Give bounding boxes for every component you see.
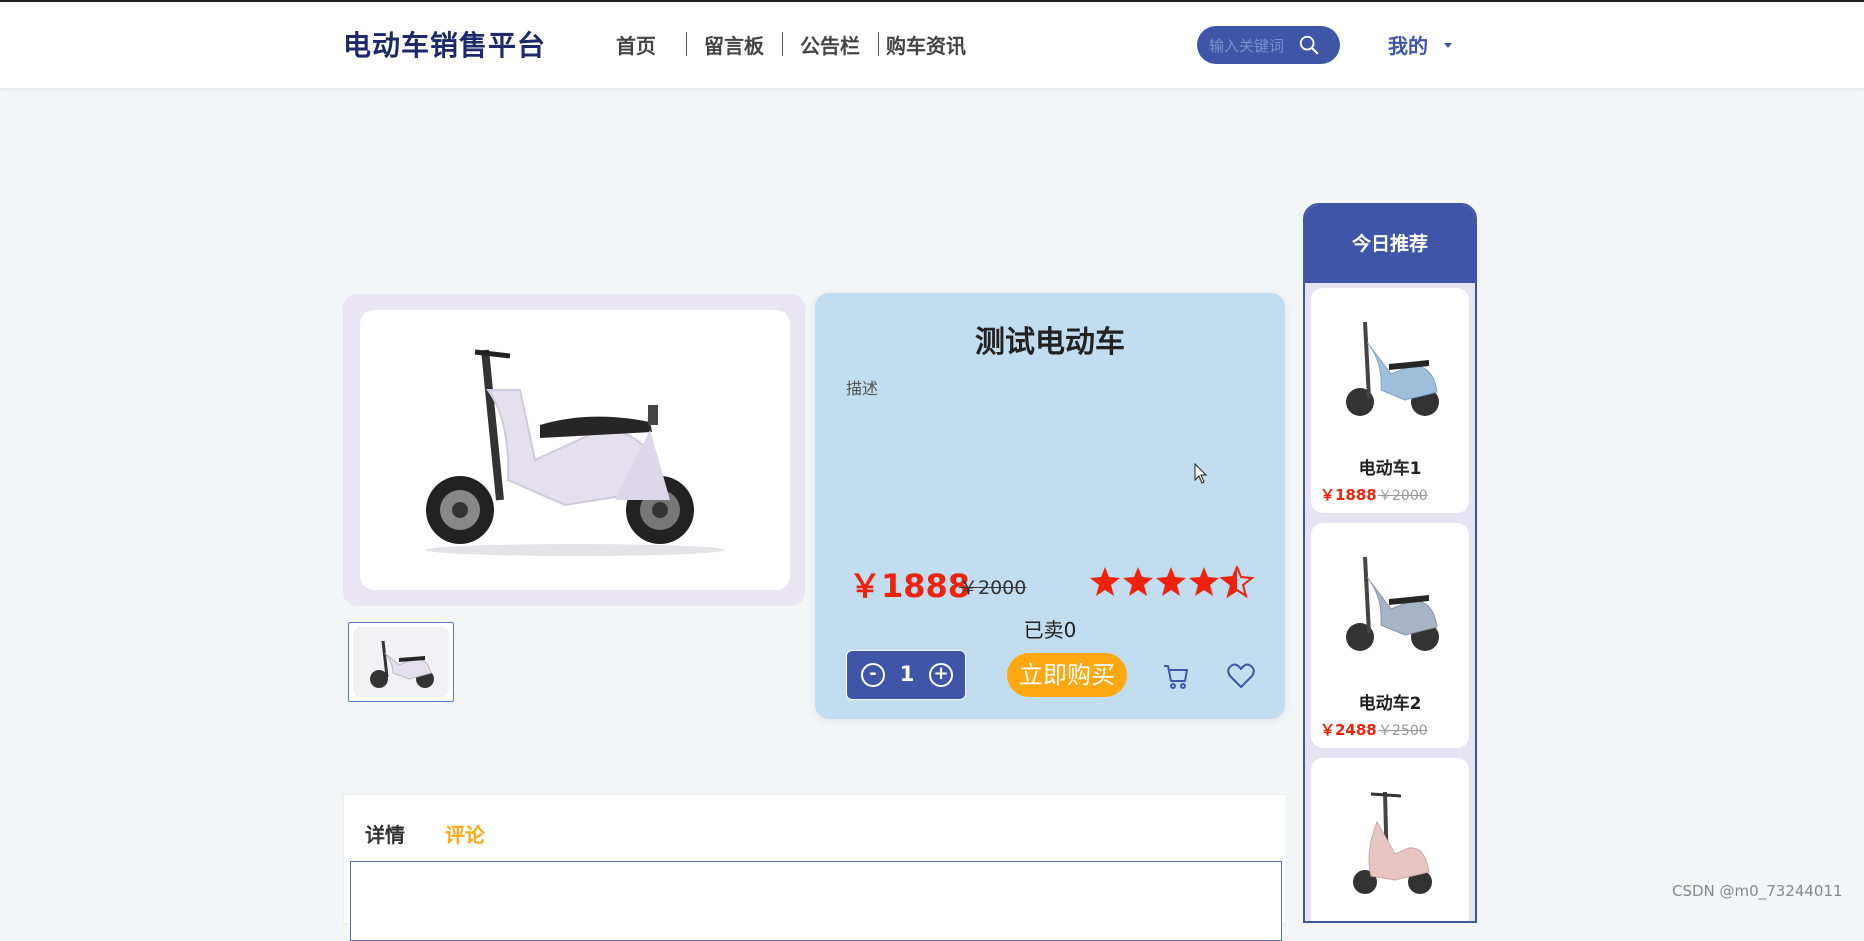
tab-comments[interactable]: 评论	[445, 819, 485, 848]
recommend-card[interactable]	[1311, 758, 1469, 921]
star-icon	[1189, 567, 1219, 596]
recommend-image	[1353, 791, 1432, 894]
star-icon	[1123, 567, 1153, 596]
decrement-button[interactable]: -	[861, 663, 885, 687]
search-input[interactable]: 输入关键词	[1209, 35, 1284, 56]
nav-message-board[interactable]: 留言板	[704, 30, 764, 59]
product-title: 测试电动车	[975, 325, 1125, 360]
recommend-card[interactable]: 电动车1 ￥1888 ￥2000	[1311, 288, 1469, 513]
rating-stars	[1090, 566, 1255, 598]
product-thumbnail[interactable]	[348, 622, 454, 702]
scooter-image	[425, 349, 725, 556]
recommend-image	[1346, 321, 1439, 416]
recommend-title: 今日推荐	[1305, 205, 1475, 283]
recommend-price: ￥1888	[1320, 486, 1377, 504]
recommend-card[interactable]: 电动车2 ￥2488 ￥2500	[1311, 523, 1469, 748]
tab-details[interactable]: 详情	[365, 819, 405, 848]
heart-icon[interactable]	[1227, 663, 1255, 689]
nav-divider	[782, 32, 783, 56]
recommend-original-price: ￥2500	[1378, 723, 1428, 739]
buy-now-button[interactable]: 立即购买	[1007, 653, 1127, 697]
product-description: 描述	[846, 379, 879, 398]
thumbnail-image	[353, 627, 449, 697]
nav-divider	[686, 32, 687, 56]
search-box[interactable]: 输入关键词	[1197, 26, 1340, 64]
star-icon	[1156, 567, 1186, 596]
quantity-value: 1	[899, 662, 915, 686]
nav-home[interactable]: 首页	[616, 30, 656, 59]
quantity-stepper[interactable]: - 1 +	[846, 650, 966, 700]
star-icon	[1090, 567, 1120, 596]
cart-icon[interactable]	[1162, 662, 1190, 690]
nav-divider	[878, 32, 879, 56]
recommend-name[interactable]: 电动车1	[1311, 454, 1469, 479]
increment-button[interactable]: +	[929, 663, 953, 687]
product-original-price: ￥2000	[959, 577, 1027, 599]
sold-count: 已卖0	[1023, 618, 1077, 642]
site-header: 电动车销售平台 首页 留言板 公告栏 购车资讯 输入关键词 我的	[0, 2, 1864, 89]
user-menu[interactable]: 我的	[1388, 30, 1428, 59]
nav-purchase-news[interactable]: 购车资讯	[886, 30, 966, 59]
search-icon[interactable]	[1298, 34, 1320, 56]
chevron-down-icon[interactable]	[1444, 43, 1452, 48]
site-logo[interactable]: 电动车销售平台	[343, 24, 546, 64]
product-main-image	[360, 310, 790, 590]
tab-content-area	[350, 861, 1282, 941]
mouse-cursor-icon	[1194, 463, 1208, 484]
watermark: CSDN @m0_73244011	[1672, 882, 1843, 900]
recommend-sidebar: 今日推荐 电动车1 ￥1888 ￥2000 电动车2 ￥2488 ￥2500	[1303, 203, 1477, 923]
recommend-original-price: ￥2000	[1378, 488, 1428, 504]
recommend-name[interactable]: 电动车2	[1311, 689, 1469, 714]
product-price: ￥1888	[849, 567, 971, 605]
detail-tabs-panel: 详情 评论	[343, 794, 1287, 941]
half-star-icon	[1219, 566, 1255, 598]
product-info-panel: 测试电动车 描述 ￥1888 ￥2000 已卖0 - 1 + 立即购买	[815, 293, 1285, 719]
nav-announcements[interactable]: 公告栏	[800, 30, 860, 59]
recommend-image	[1346, 556, 1439, 651]
product-image-panel	[343, 294, 805, 606]
recommend-price: ￥2488	[1320, 721, 1377, 739]
